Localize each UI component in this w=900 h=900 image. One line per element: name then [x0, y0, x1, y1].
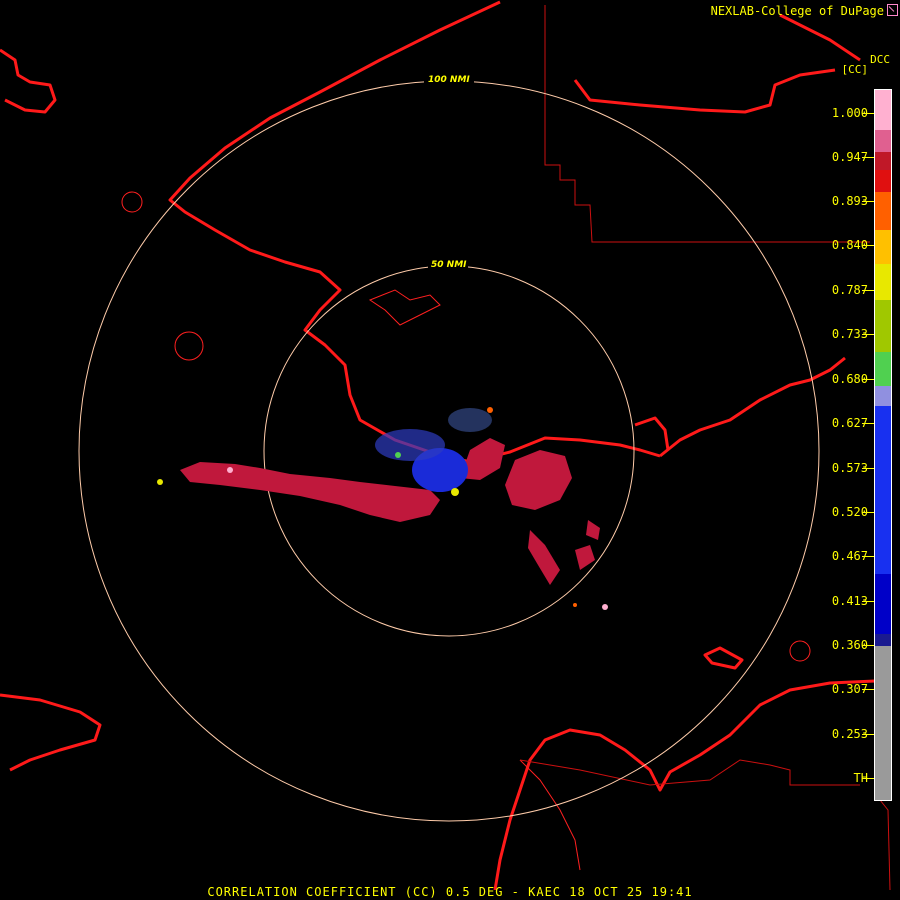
island-northwest	[0, 48, 57, 114]
range-ring-100-label: 100 NMI	[428, 75, 470, 85]
color-scale-segment	[875, 90, 891, 130]
color-scale-segment	[875, 646, 891, 800]
color-scale-segment	[875, 264, 891, 300]
legend-product-code: DCC	[870, 53, 890, 66]
color-scale-tick	[862, 113, 874, 114]
external-link-icon[interactable]	[887, 4, 898, 16]
color-scale-segment	[875, 574, 891, 634]
color-scale-tick	[862, 157, 874, 158]
color-scale-tick	[862, 334, 874, 335]
color-scale-tick	[862, 734, 874, 735]
coastline-northeast	[573, 13, 861, 114]
product-caption: CORRELATION COEFFICIENT (CC) 0.5 DEG - K…	[207, 885, 693, 899]
coastline-southwest	[0, 693, 102, 772]
color-scale-segment	[875, 352, 891, 386]
color-scale-tick	[862, 245, 874, 246]
state-boundaries	[519, 5, 891, 891]
bay-east	[634, 416, 670, 451]
color-scale-segment	[875, 192, 891, 230]
lakes	[121, 191, 811, 871]
color-scale-tick	[862, 778, 874, 779]
color-scale-tick	[862, 201, 874, 202]
coastline-south	[493, 646, 876, 891]
coastline-north	[168, 0, 661, 464]
radar-echoes	[157, 407, 608, 610]
color-scale-segment	[875, 634, 891, 646]
nexlab-credit: NEXLAB-College of DuPage	[710, 4, 884, 18]
color-scale-segment	[875, 230, 891, 264]
color-scale-tick	[862, 379, 874, 380]
range-ring-50-label: 50 NMI	[431, 260, 467, 270]
color-scale-segment	[875, 130, 891, 152]
radar-map: 100 NMI 50 NMI	[0, 0, 891, 891]
coastline-east	[659, 356, 846, 458]
color-scale-tick	[862, 556, 874, 557]
color-scale-segment	[875, 406, 891, 574]
color-scale-tick	[862, 601, 874, 602]
color-scale-segment	[875, 152, 891, 170]
legend-unit: [CC]	[841, 63, 869, 76]
color-scale-segment	[875, 300, 891, 352]
color-scale-tick	[862, 689, 874, 690]
color-scale-bar	[874, 89, 892, 801]
color-scale-segment	[875, 170, 891, 192]
color-scale-tick	[862, 512, 874, 513]
color-scale-segment	[875, 386, 891, 406]
color-scale-tick	[862, 645, 874, 646]
color-scale-tick	[862, 423, 874, 424]
color-scale-tick	[862, 468, 874, 469]
color-scale-tick	[862, 290, 874, 291]
